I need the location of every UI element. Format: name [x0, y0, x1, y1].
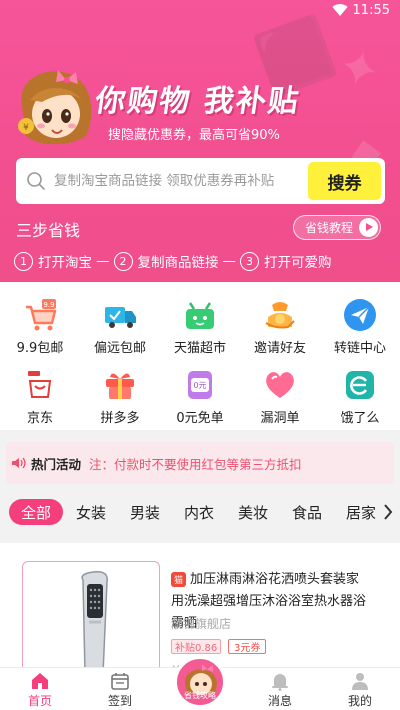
- nav-savings-guide[interactable]: 省钱攻略: [174, 656, 226, 708]
- svg-text:0元: 0元: [193, 381, 206, 390]
- category-remote-free-shipping[interactable]: 偏远包邮: [80, 288, 160, 358]
- category-zero-free-order[interactable]: 0元 0元免单: [160, 358, 240, 428]
- tmall-basket-icon: [186, 302, 214, 329]
- tab-women[interactable]: 女装: [70, 499, 112, 525]
- user-icon: [352, 673, 368, 690]
- heart-icon: [266, 372, 294, 398]
- category-label: 邀请好友: [253, 341, 306, 356]
- search-icon: [27, 172, 45, 190]
- svg-text:¥: ¥: [23, 123, 29, 133]
- step-number: 1: [14, 251, 33, 271]
- nav-label: 签到: [107, 694, 132, 708]
- subsidy-badge: 补贴0.86: [171, 639, 222, 654]
- coin-hand-icon: [265, 302, 295, 329]
- svg-text:9.9: 9.9: [43, 301, 54, 309]
- category-tabs: 全部 女装 男装 内衣 美妆 食品 居家: [0, 494, 400, 530]
- category-9-9-free-shipping[interactable]: 9.9 9.9包邮: [0, 288, 80, 358]
- category-bug-deals[interactable]: 漏洞单: [240, 358, 320, 428]
- play-icon: [359, 218, 378, 237]
- hot-activity-label: 热门活动: [31, 456, 82, 472]
- step-label: 打开可爱购: [264, 255, 332, 271]
- category-label: 饿了么: [340, 411, 380, 426]
- home-icon: [32, 673, 48, 689]
- tabs-more-button[interactable]: [376, 494, 400, 530]
- tab-underwear[interactable]: 内衣: [178, 499, 220, 525]
- eleme-icon: [346, 371, 374, 399]
- step-label: 复制商品链接: [137, 255, 219, 271]
- gift-icon: [106, 373, 134, 399]
- nav-label: 我的: [347, 694, 372, 708]
- category-pinduoduo[interactable]: 拼多多: [80, 358, 160, 428]
- step-label: 打开淘宝: [38, 255, 92, 271]
- category-grid: 9.9 9.9包邮 偏远包邮 天猫超市 邀请好友 转链中心 京东 拼多多 0元 …: [0, 282, 400, 430]
- search-input[interactable]: [54, 158, 304, 204]
- nav-home[interactable]: 首页: [0, 668, 80, 710]
- nav-mine[interactable]: 我的: [320, 668, 400, 710]
- tab-men[interactable]: 男装: [124, 499, 166, 525]
- category-label: 转链中心: [333, 341, 386, 356]
- search-coupon-button[interactable]: 搜券: [308, 162, 381, 200]
- step-separator: —: [96, 253, 110, 269]
- shop-name: 靓锦旗舰店: [171, 617, 232, 631]
- tab-food[interactable]: 食品: [286, 499, 328, 525]
- product-card[interactable]: 猫 加压淋雨淋浴花洒喷头套装家用洗澡超强增压沐浴浴室热水器浴霸晒 靓锦旗舰店 补…: [0, 543, 400, 676]
- tutorial-label: 省钱教程: [305, 221, 354, 235]
- tutorial-button[interactable]: 省钱教程: [293, 215, 381, 240]
- zero-coupon-icon: 0元: [188, 371, 212, 399]
- category-tmall-supermarket[interactable]: 天猫超市: [160, 288, 240, 358]
- step-number: 3: [240, 251, 259, 271]
- truck-icon: [105, 307, 136, 328]
- sub-slogan: 搜隐藏优惠券，最高可省90%: [108, 128, 280, 143]
- hot-activity-note: 注：付款时不要使用红包等第三方抵扣: [89, 456, 302, 472]
- category-label: 天猫超市: [173, 341, 226, 356]
- category-label: 拼多多: [100, 411, 140, 426]
- step-separator: —: [222, 253, 237, 269]
- wifi-icon: [332, 4, 348, 17]
- status-bar: 11:55: [0, 0, 400, 22]
- nav-sign-in[interactable]: 签到: [80, 668, 160, 710]
- category-label: 0元免单: [176, 411, 224, 426]
- tag-decoration: ✦: [331, 35, 387, 103]
- category-eleme[interactable]: 饿了么: [320, 358, 400, 428]
- nav-label: 首页: [27, 694, 52, 708]
- bell-icon: [272, 674, 288, 691]
- hot-activity-bar[interactable]: 热门活动 注：付款时不要使用红包等第三方抵扣: [6, 442, 394, 484]
- category-invite-friends[interactable]: 邀请好友: [240, 288, 320, 358]
- status-time: 11:55: [352, 3, 390, 18]
- step-number: 2: [113, 251, 133, 271]
- shower-head-icon: [81, 570, 108, 672]
- speaker-icon: [12, 457, 26, 469]
- category-jd[interactable]: 京东: [0, 358, 80, 428]
- search-box: 搜券: [16, 158, 385, 204]
- nav-messages[interactable]: 消息: [240, 668, 320, 710]
- send-icon: [344, 299, 376, 331]
- nav-center-label: 省钱攻略: [184, 691, 216, 700]
- category-link-center[interactable]: 转链中心: [320, 288, 400, 358]
- slogan: 你购物 我补贴: [93, 84, 303, 119]
- category-label: 9.9包邮: [16, 341, 64, 356]
- tab-all[interactable]: 全部: [9, 499, 63, 525]
- category-label: 京东: [26, 411, 53, 426]
- product-image: [22, 561, 160, 673]
- hero-banner: ⬛ ✦ ◆ 11:55 ¥ 你购物 我补贴 搜隐藏优惠券，最高可省90% 搜券 …: [0, 0, 400, 282]
- category-label: 漏洞单: [260, 411, 300, 426]
- nav-label: 消息: [267, 694, 292, 708]
- coupon-badge: 3元券: [228, 639, 267, 654]
- calendar-icon: [111, 673, 129, 690]
- steps-title: 三步省钱: [16, 221, 81, 240]
- chevron-right-icon: [384, 504, 393, 520]
- cart-icon: 9.9: [26, 299, 57, 331]
- steps-row: 1 打开淘宝 — 2 复制商品链接 — 3 打开可爱购: [14, 250, 332, 272]
- tab-beauty[interactable]: 美妆: [232, 499, 274, 525]
- jd-icon: [28, 371, 52, 398]
- category-label: 偏远包邮: [93, 341, 146, 356]
- mascot-girl-icon: ¥: [18, 70, 92, 145]
